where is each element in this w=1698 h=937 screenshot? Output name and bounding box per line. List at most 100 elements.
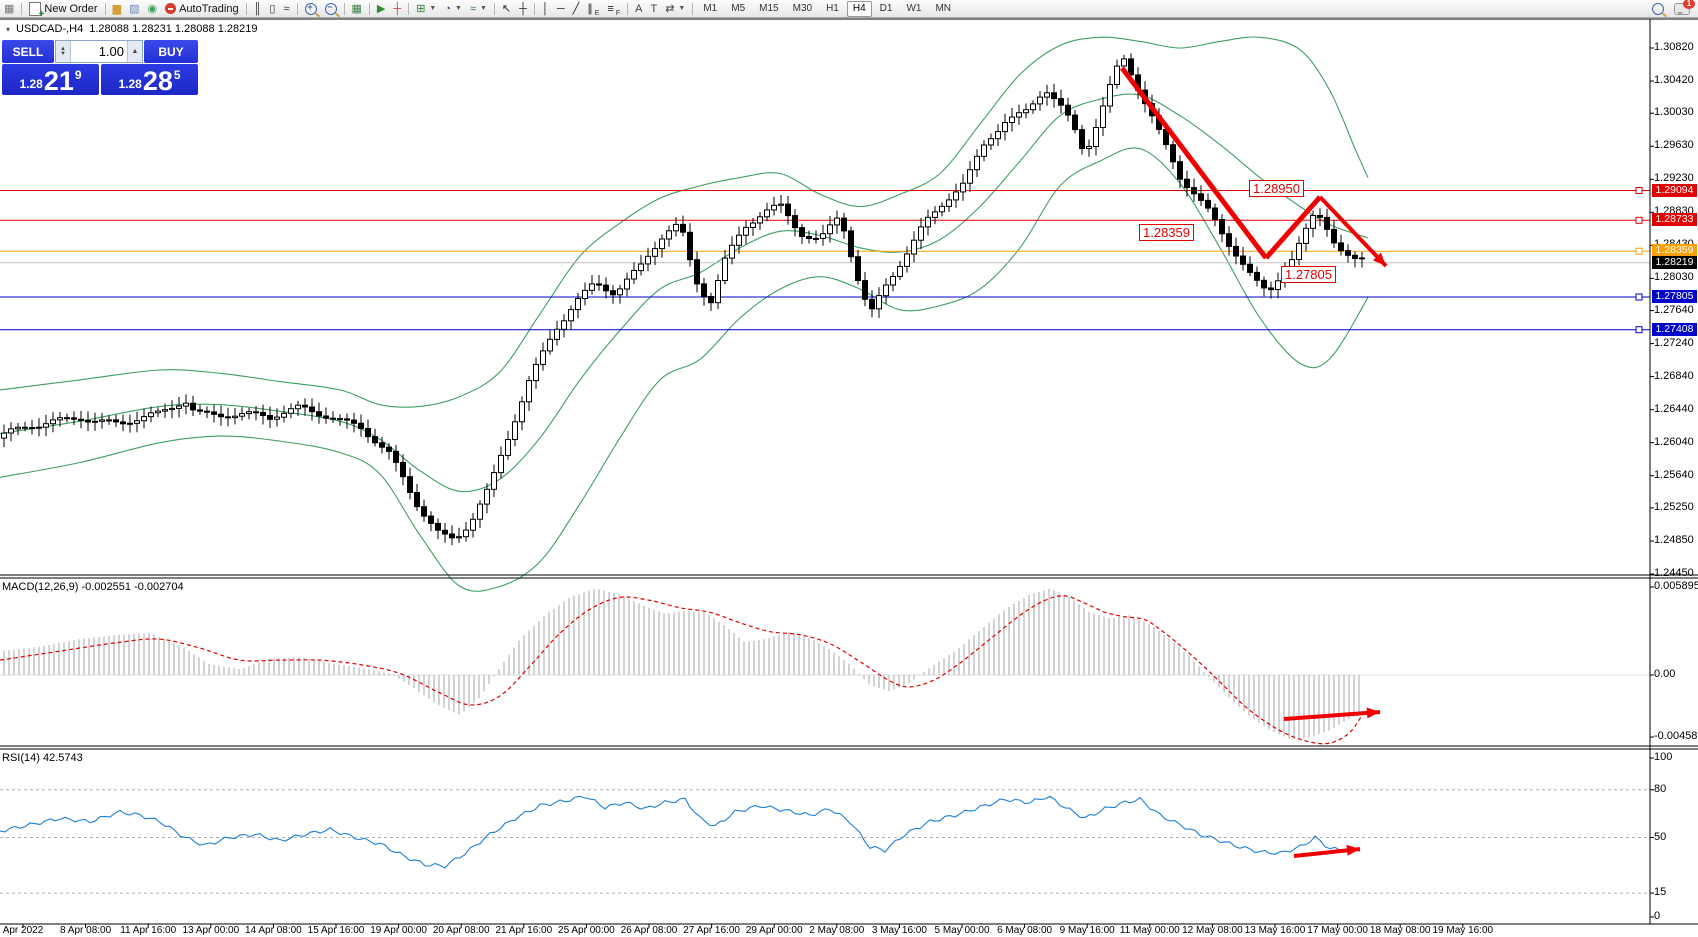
timeframe-m5-button[interactable]: M5	[725, 1, 751, 17]
sell-price[interactable]: 1.28 21 9	[2, 64, 99, 95]
bar-chart-button[interactable]: ║	[250, 1, 266, 17]
buy-price-figure: 1.28	[118, 77, 141, 91]
volume-input[interactable]	[71, 41, 127, 62]
time-axis-label: 11 Apr 16:00	[120, 925, 176, 936]
time-axis-label: 15 Apr 16:00	[308, 925, 365, 936]
volume-increase-button[interactable]: ▲	[127, 41, 142, 62]
candlestick-chart-button[interactable]: ▯	[265, 1, 279, 17]
toolbar-separator	[692, 3, 693, 15]
candlestick-chart-icon: ▯	[269, 2, 275, 16]
signal-button[interactable]: ◉	[143, 1, 161, 17]
timeframe-d1-button[interactable]: D1	[874, 1, 899, 17]
auto-scroll-button[interactable]: ▶	[373, 1, 389, 17]
price-badge-1.29094: 1.29094	[1652, 184, 1697, 197]
time-axis-label: 6 May 08:00	[997, 925, 1052, 936]
arrows-icon: ⇄	[665, 2, 674, 16]
line-chart-button[interactable]: ≈	[279, 1, 293, 17]
timeframe-h4-button[interactable]: H4	[847, 1, 872, 17]
sell-price-pips: 21	[44, 68, 74, 94]
time-axis-label: 27 Apr 16:00	[683, 925, 740, 936]
text-button[interactable]: A	[631, 1, 646, 17]
chat-icon[interactable]: 1	[1674, 3, 1690, 15]
gold-button[interactable]: ▆	[109, 1, 125, 17]
text-icon: A	[635, 2, 642, 16]
channel-button[interactable]: ∥E	[583, 1, 603, 17]
time-axis-label: 14 Apr 08:00	[245, 925, 302, 936]
symbol-period: USDCAD-,H4	[16, 23, 83, 35]
price-callout-1.27805: 1.27805	[1281, 266, 1336, 283]
arrows-button[interactable]: ⇄▼	[661, 1, 689, 17]
horizontal-line-button[interactable]: ─	[553, 1, 569, 17]
chart-shift-button[interactable]: ┼	[389, 1, 405, 17]
ohlc-values: 1.28088 1.28231 1.28088 1.28219	[89, 23, 257, 35]
zoom-in-button[interactable]: +	[301, 1, 321, 17]
time-axis-label: 29 Apr 00:00	[746, 925, 803, 936]
text-label-icon: T	[650, 2, 657, 16]
level-lines	[0, 188, 1650, 333]
price-tick-label: 1.30420	[1654, 74, 1694, 86]
publish-button[interactable]: ▨	[125, 1, 143, 17]
fibonacci-icon: ≡	[607, 2, 613, 16]
buy-price[interactable]: 1.28 28 5	[101, 64, 198, 95]
price-badge-1.27408: 1.27408	[1652, 323, 1697, 336]
new-order-button-label: New Order	[44, 3, 97, 15]
sell-button[interactable]: SELL	[2, 40, 54, 63]
price-tick-label: 1.30820	[1654, 41, 1694, 53]
timeframe-w1-button[interactable]: W1	[900, 1, 927, 17]
price-tick-label: 1.30030	[1654, 106, 1694, 118]
search-icon[interactable]	[1652, 3, 1664, 15]
toolbar-separator	[627, 3, 628, 15]
zoom-out-button[interactable]: −	[321, 1, 341, 17]
volume-decrease-button[interactable]: ▲▼	[56, 41, 71, 62]
time-axis-label: 13 Apr 00:00	[182, 925, 239, 936]
level-handle-1.27408[interactable]	[1636, 327, 1642, 333]
rsi-arrow	[1294, 845, 1360, 856]
chart-window-button[interactable]: ▦	[0, 1, 18, 17]
vertical-line-button[interactable]: │	[538, 1, 553, 17]
period-button[interactable]: ◔▼	[440, 1, 466, 17]
toolbar-separator	[21, 3, 22, 15]
rsi-axis-label: 50	[1654, 831, 1666, 843]
chart-canvas	[0, 0, 1698, 937]
crosshair-button[interactable]: ┼	[515, 1, 531, 17]
timeframe-m30-button[interactable]: M30	[787, 1, 818, 17]
period-icon: ◔	[444, 2, 451, 16]
main-toolbar: ▦New Order▆▨◉AutoTrading║▯≈+−▦▶┼⊞▼◔▼≈▼↖┼…	[0, 0, 1698, 18]
price-badge-1.27805: 1.27805	[1652, 290, 1697, 303]
tile-windows-button[interactable]: ▦	[348, 1, 366, 17]
toolbar-separator	[369, 3, 370, 15]
timeframe-m15-button[interactable]: M15	[753, 1, 784, 17]
sell-price-point: 9	[75, 68, 82, 82]
toolbar-separator	[297, 3, 298, 15]
arrows-icon-dropdown: ▼	[678, 5, 685, 12]
level-handle-1.28359[interactable]	[1636, 248, 1642, 254]
level-handle-1.29094[interactable]	[1636, 188, 1642, 194]
one-click-trading-panel: SELL ▲▼ ▲ BUY 1.28 21 9 1.28 28 5	[2, 40, 198, 95]
price-tick-label: 1.29630	[1654, 139, 1694, 151]
level-handle-1.27805[interactable]	[1636, 294, 1642, 300]
timeframe-m1-button[interactable]: M1	[697, 1, 723, 17]
level-handle-1.28733[interactable]	[1636, 217, 1642, 223]
buy-price-pips: 28	[143, 68, 173, 94]
rsi-axis-label: 15	[1654, 886, 1666, 898]
timeframe-mn-button[interactable]: MN	[929, 1, 957, 17]
text-label-button[interactable]: T	[646, 1, 661, 17]
price-callout-1.28950: 1.28950	[1249, 180, 1304, 197]
new-order-button[interactable]: New Order	[25, 1, 101, 17]
buy-button[interactable]: BUY	[144, 40, 198, 63]
time-axis-label: 12 May 08:00	[1182, 925, 1243, 936]
indicators-button[interactable]: ≈▼	[466, 1, 491, 17]
autotrading-button[interactable]: AutoTrading	[161, 1, 243, 17]
fibonacci-button[interactable]: ≡F	[603, 1, 624, 17]
time-axis-label: 2 May 08:00	[809, 925, 864, 936]
new-template-button[interactable]: ⊞▼	[412, 1, 440, 17]
autotrading-icon	[165, 3, 176, 14]
time-axis-label: 8 Apr 08:00	[60, 925, 111, 936]
trendline-button[interactable]: ╱	[569, 1, 584, 17]
crosshair-icon: ┼	[519, 2, 527, 16]
rsi-axis-label: 0	[1654, 910, 1660, 922]
cursor-button[interactable]: ↖	[498, 1, 515, 17]
timeframe-h1-button[interactable]: H1	[820, 1, 845, 17]
tile-windows-icon: ▦	[352, 2, 362, 16]
indicators-icon-dropdown: ▼	[480, 5, 487, 12]
